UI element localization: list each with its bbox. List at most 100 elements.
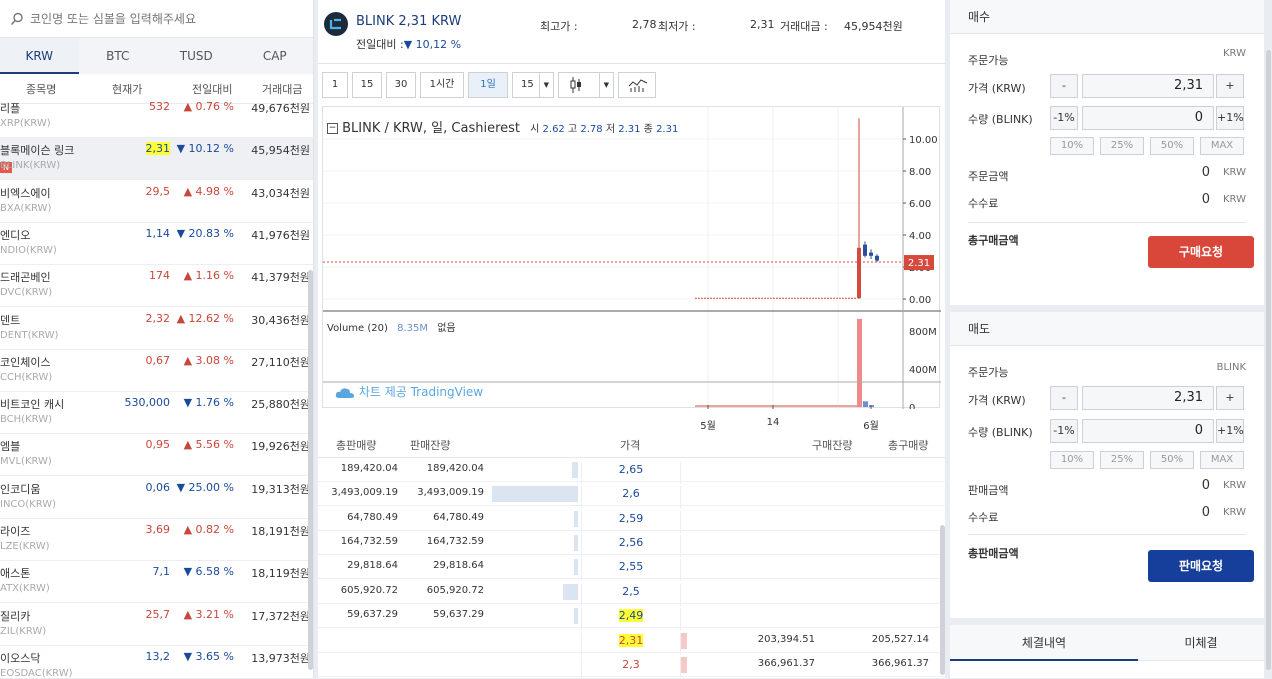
sell-request-button[interactable]: 판매요청	[1148, 550, 1254, 582]
orderbook-ask-row[interactable]: 64,780.49 64,780.49 2,59	[318, 507, 945, 533]
buy-qty-input[interactable]: 0	[1082, 106, 1214, 130]
coin-row[interactable]: 질리카 ZIL(KRW) 25,7 ▲ 3.21 % 17,372천원	[0, 604, 313, 646]
sell-price-plus-button[interactable]: +	[1216, 386, 1244, 410]
coin-row[interactable]: 이오스닥 EOSDAC(KRW) 13,2 ▼ 3.65 % 13,973천원	[0, 646, 313, 678]
orderbook-bid-row[interactable]: 2,3 366,961.37 366,961.37	[318, 653, 945, 679]
buy-pct-50-button[interactable]: 50%	[1150, 137, 1194, 155]
orderbook-ask-row[interactable]: 29,818.64 29,818.64 2,55	[318, 555, 945, 582]
bid-total: 205,527.14	[871, 634, 929, 646]
buy-price-input[interactable]: 2,31	[1082, 74, 1214, 98]
tab-tusd[interactable]: TUSD	[157, 38, 236, 74]
coin-change-value: 1.76 %	[195, 396, 234, 410]
x-tick-label: 6월	[863, 421, 879, 432]
coin-row[interactable]: 드래곤베인 DVC(KRW) 174 ▲ 1.16 % 41,379천원	[0, 265, 313, 308]
candle-body	[863, 244, 867, 256]
interval-30m[interactable]: 30	[386, 72, 416, 98]
ask-total: 164,732.59	[340, 535, 398, 547]
interval-15m[interactable]: 15	[352, 72, 382, 98]
coin-row[interactable]: 코인체이스 CCH(KRW) 0,67 ▲ 3.08 % 27,110천원	[0, 350, 313, 392]
coin-row[interactable]: 블록메이슨 링크 N BLINK(KRW) 2,31 ▼ 10.12 % 45,954천원	[0, 138, 313, 181]
indicator-button[interactable]	[618, 72, 656, 98]
trade-history-panel: 체결내역 미체결	[950, 625, 1264, 678]
orderbook-ask-row[interactable]: 164,732.59 164,732.59 2,56	[318, 531, 945, 557]
y-tick-label: 4.00	[909, 231, 931, 242]
ask-total: 3,493,009.19	[331, 487, 398, 499]
bid-depth-bar	[681, 633, 687, 650]
buy-pct-25-button[interactable]: 25%	[1100, 137, 1144, 155]
candlestick-icon	[570, 77, 581, 93]
bid-total: 366,961.37	[871, 658, 929, 670]
coin-row[interactable]: 리플 XRP(KRW) 532 ▲ 0.76 % 49,676천원	[0, 96, 313, 138]
sell-pct-max-button[interactable]: MAX	[1200, 451, 1244, 469]
coin-symbol: NDIO(KRW)	[0, 244, 57, 256]
sell-qty-minus-button[interactable]: -1%	[1050, 419, 1078, 443]
ask-remain: 64,780.49	[433, 511, 484, 523]
interval-1m[interactable]: 1	[322, 72, 348, 98]
sell-price-minus-button[interactable]: -	[1050, 386, 1078, 410]
tab-cap[interactable]: CAP	[236, 38, 314, 74]
buy-qty-minus-button[interactable]: -1%	[1050, 106, 1078, 130]
buy-pct-10-button[interactable]: 10%	[1050, 137, 1094, 155]
coin-price: 0,95	[145, 438, 171, 452]
page-scrollbar[interactable]	[1266, 50, 1271, 670]
ask-depth-bar	[574, 559, 578, 576]
orderbook-ask-row[interactable]: 605,920.72 605,920.72 2,5	[318, 580, 945, 606]
coin-name: 엠블	[0, 440, 21, 454]
x-tick-label: 14	[766, 417, 780, 428]
coin-row[interactable]: 라이즈 LZE(KRW) 3,69 ▲ 0.82 % 18,191천원	[0, 519, 313, 561]
price-chart[interactable]: 10.008.006.004.002.000.00 800M400M0 2.31…	[322, 106, 941, 432]
coin-volume: 41,379천원	[251, 271, 310, 285]
buy-pct-max-button[interactable]: MAX	[1200, 137, 1244, 155]
sell-pct-25-button[interactable]: 25%	[1100, 451, 1144, 469]
interval-1h[interactable]: 1시간	[420, 72, 464, 98]
coin-price: 0,06	[145, 480, 171, 494]
ask-remain: 3,493,009.19	[417, 487, 484, 499]
coin-row[interactable]: 엠블 MVL(KRW) 0,95 ▲ 5.56 % 19,926천원	[0, 434, 313, 477]
sell-pct-50-button[interactable]: 50%	[1150, 451, 1194, 469]
sell-price-input[interactable]: 2,31	[1082, 386, 1214, 410]
ask-remain: 29,818.64	[433, 560, 484, 572]
tab-open-orders[interactable]: 미체결	[1138, 625, 1264, 661]
sell-pct-10-button[interactable]: 10%	[1050, 451, 1094, 469]
coin-row[interactable]: 엔디오 NDIO(KRW) 1,14 ▼ 20.83 % 41,976천원	[0, 223, 313, 265]
tradingview-watermark[interactable]: 차트 제공 TradingView	[335, 383, 483, 400]
sell-qty-plus-button[interactable]: +1%	[1216, 419, 1244, 443]
coin-row[interactable]: 덴트 DENT(KRW) 2,32 ▲ 12.62 % 30,436천원	[0, 308, 313, 350]
volume-value: 45,954천원	[844, 20, 903, 33]
interval-1d[interactable]: 1일	[468, 72, 508, 98]
coin-row[interactable]: 인코디움 INCO(KRW) 0,06 ▼ 25.00 % 19,313천원	[0, 477, 313, 519]
coin-price: 7,1	[152, 565, 171, 579]
coin-price: 2,32	[145, 311, 171, 325]
orderbook-ask-row[interactable]: 189,420.04 189,420.04 2,65	[318, 458, 945, 484]
buy-qty-plus-button[interactable]: +1%	[1216, 106, 1244, 130]
coin-row[interactable]: 애스톤 ATX(KRW) 7,1 ▼ 6.58 % 18,119천원	[0, 561, 313, 604]
coin-row[interactable]: 비트코인 캐시 BCH(KRW) 530,000 ▼ 1.76 % 25,880천원	[0, 392, 313, 435]
search-input[interactable]	[30, 11, 290, 26]
tab-krw[interactable]: KRW	[0, 38, 79, 74]
ask-remain: 189,420.04	[426, 463, 484, 474]
candle-type-button[interactable]: ▼	[558, 72, 614, 98]
coin-row[interactable]: 비엑스에이 BXA(KRW) 29,5 ▲ 4.98 % 43,034천원	[0, 181, 313, 223]
tab-filled-orders[interactable]: 체결내역	[950, 625, 1138, 661]
chart-title: BLINK / KRW, 일, Cashierest	[342, 121, 520, 136]
orderbook-scrollbar[interactable]	[940, 525, 945, 675]
search-bar[interactable]	[0, 0, 313, 38]
buy-price-plus-button[interactable]: +	[1216, 74, 1244, 98]
chevron-down-icon: ▼	[598, 73, 609, 97]
orderbook-ask-row[interactable]: 3,493,009.19 3,493,009.19 2,6	[318, 482, 945, 509]
coin-change-value: 0.76 %	[195, 100, 234, 113]
ask-price: 2,55	[581, 559, 681, 582]
buy-price-minus-button[interactable]: -	[1050, 74, 1078, 98]
orderbook-bid-row[interactable]: 2,31 203,394.51 205,527.14	[318, 629, 945, 656]
tab-btc[interactable]: BTC	[79, 38, 158, 74]
collapse-icon[interactable]: −	[327, 123, 338, 134]
orderbook-ask-row[interactable]: 59,637.29 59,637.29 2,49	[318, 604, 945, 630]
coin-name: 비엑스에이	[0, 186, 51, 200]
interval-select[interactable]: 15 ▼	[512, 72, 554, 98]
coin-list-scrollbar[interactable]	[308, 270, 313, 670]
buy-request-button[interactable]: 구매요청	[1148, 236, 1254, 268]
coin-symbol: LZE(KRW)	[0, 541, 50, 552]
sell-qty-input[interactable]: 0	[1082, 419, 1214, 443]
price-chart-svg[interactable]: 10.008.006.004.002.000.00 800M400M0 2.31	[323, 107, 941, 409]
volume-tick-label: 800M	[909, 327, 937, 338]
